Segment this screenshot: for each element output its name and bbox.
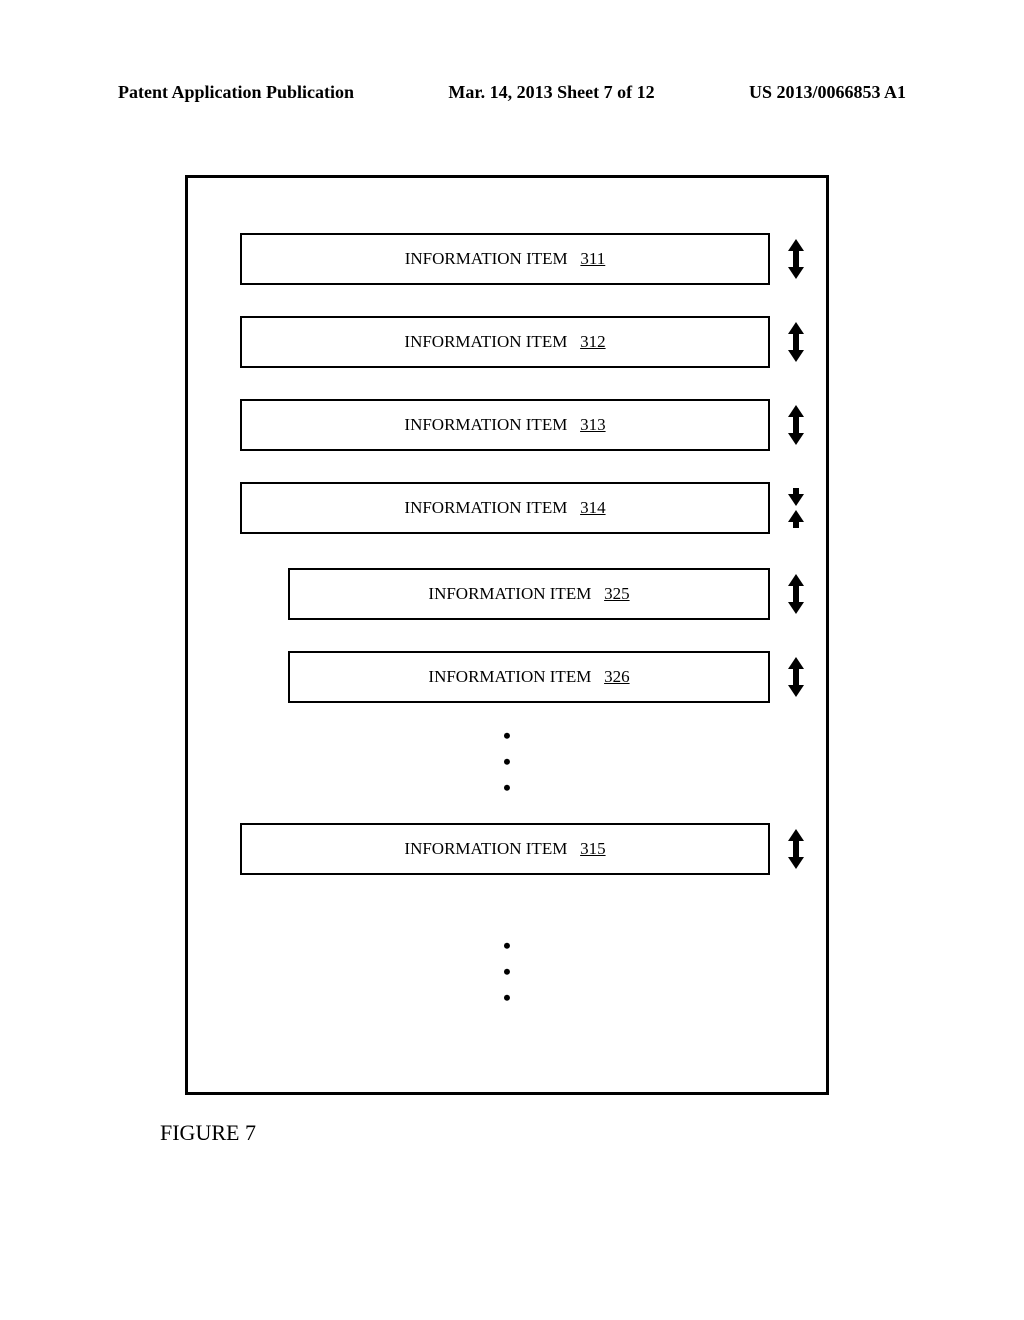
- item-label: INFORMATION ITEM: [404, 498, 567, 518]
- item-label: INFORMATION ITEM: [405, 249, 568, 269]
- info-item-313[interactable]: INFORMATION ITEM 313: [240, 399, 770, 451]
- vertical-ellipsis: • • •: [188, 933, 826, 1011]
- info-item-325[interactable]: INFORMATION ITEM 325: [288, 568, 770, 620]
- item-label: INFORMATION ITEM: [404, 839, 567, 859]
- header-center: Mar. 14, 2013 Sheet 7 of 12: [448, 82, 654, 103]
- info-item-314[interactable]: INFORMATION ITEM 314: [240, 482, 770, 534]
- header-right: US 2013/0066853 A1: [749, 82, 906, 103]
- item-number: 315: [580, 839, 606, 859]
- item-number: 314: [580, 498, 606, 518]
- expand-arrow-icon[interactable]: [784, 829, 808, 869]
- vertical-ellipsis: • • •: [188, 723, 826, 801]
- header-left: Patent Application Publication: [118, 82, 354, 103]
- expand-arrow-icon[interactable]: [784, 574, 808, 614]
- info-item-315[interactable]: INFORMATION ITEM 315: [240, 823, 770, 875]
- item-number: 326: [604, 667, 630, 687]
- expand-arrow-icon[interactable]: [784, 322, 808, 362]
- item-number: 325: [604, 584, 630, 604]
- figure-frame: INFORMATION ITEM 311 INFORMATION ITEM 31…: [185, 175, 829, 1095]
- item-number: 313: [580, 415, 606, 435]
- info-item-311[interactable]: INFORMATION ITEM 311: [240, 233, 770, 285]
- figure-caption: FIGURE 7: [160, 1120, 256, 1146]
- item-label: INFORMATION ITEM: [428, 584, 591, 604]
- expand-arrow-icon[interactable]: [784, 657, 808, 697]
- info-item-326[interactable]: INFORMATION ITEM 326: [288, 651, 770, 703]
- page-header: Patent Application Publication Mar. 14, …: [118, 82, 906, 103]
- item-label: INFORMATION ITEM: [428, 667, 591, 687]
- item-label: INFORMATION ITEM: [404, 332, 567, 352]
- collapse-arrow-icon[interactable]: [784, 488, 808, 528]
- item-number: 311: [580, 249, 605, 269]
- item-number: 312: [580, 332, 606, 352]
- info-item-312[interactable]: INFORMATION ITEM 312: [240, 316, 770, 368]
- expand-arrow-icon[interactable]: [784, 239, 808, 279]
- expand-arrow-icon[interactable]: [784, 405, 808, 445]
- item-label: INFORMATION ITEM: [404, 415, 567, 435]
- page: Patent Application Publication Mar. 14, …: [0, 0, 1024, 1320]
